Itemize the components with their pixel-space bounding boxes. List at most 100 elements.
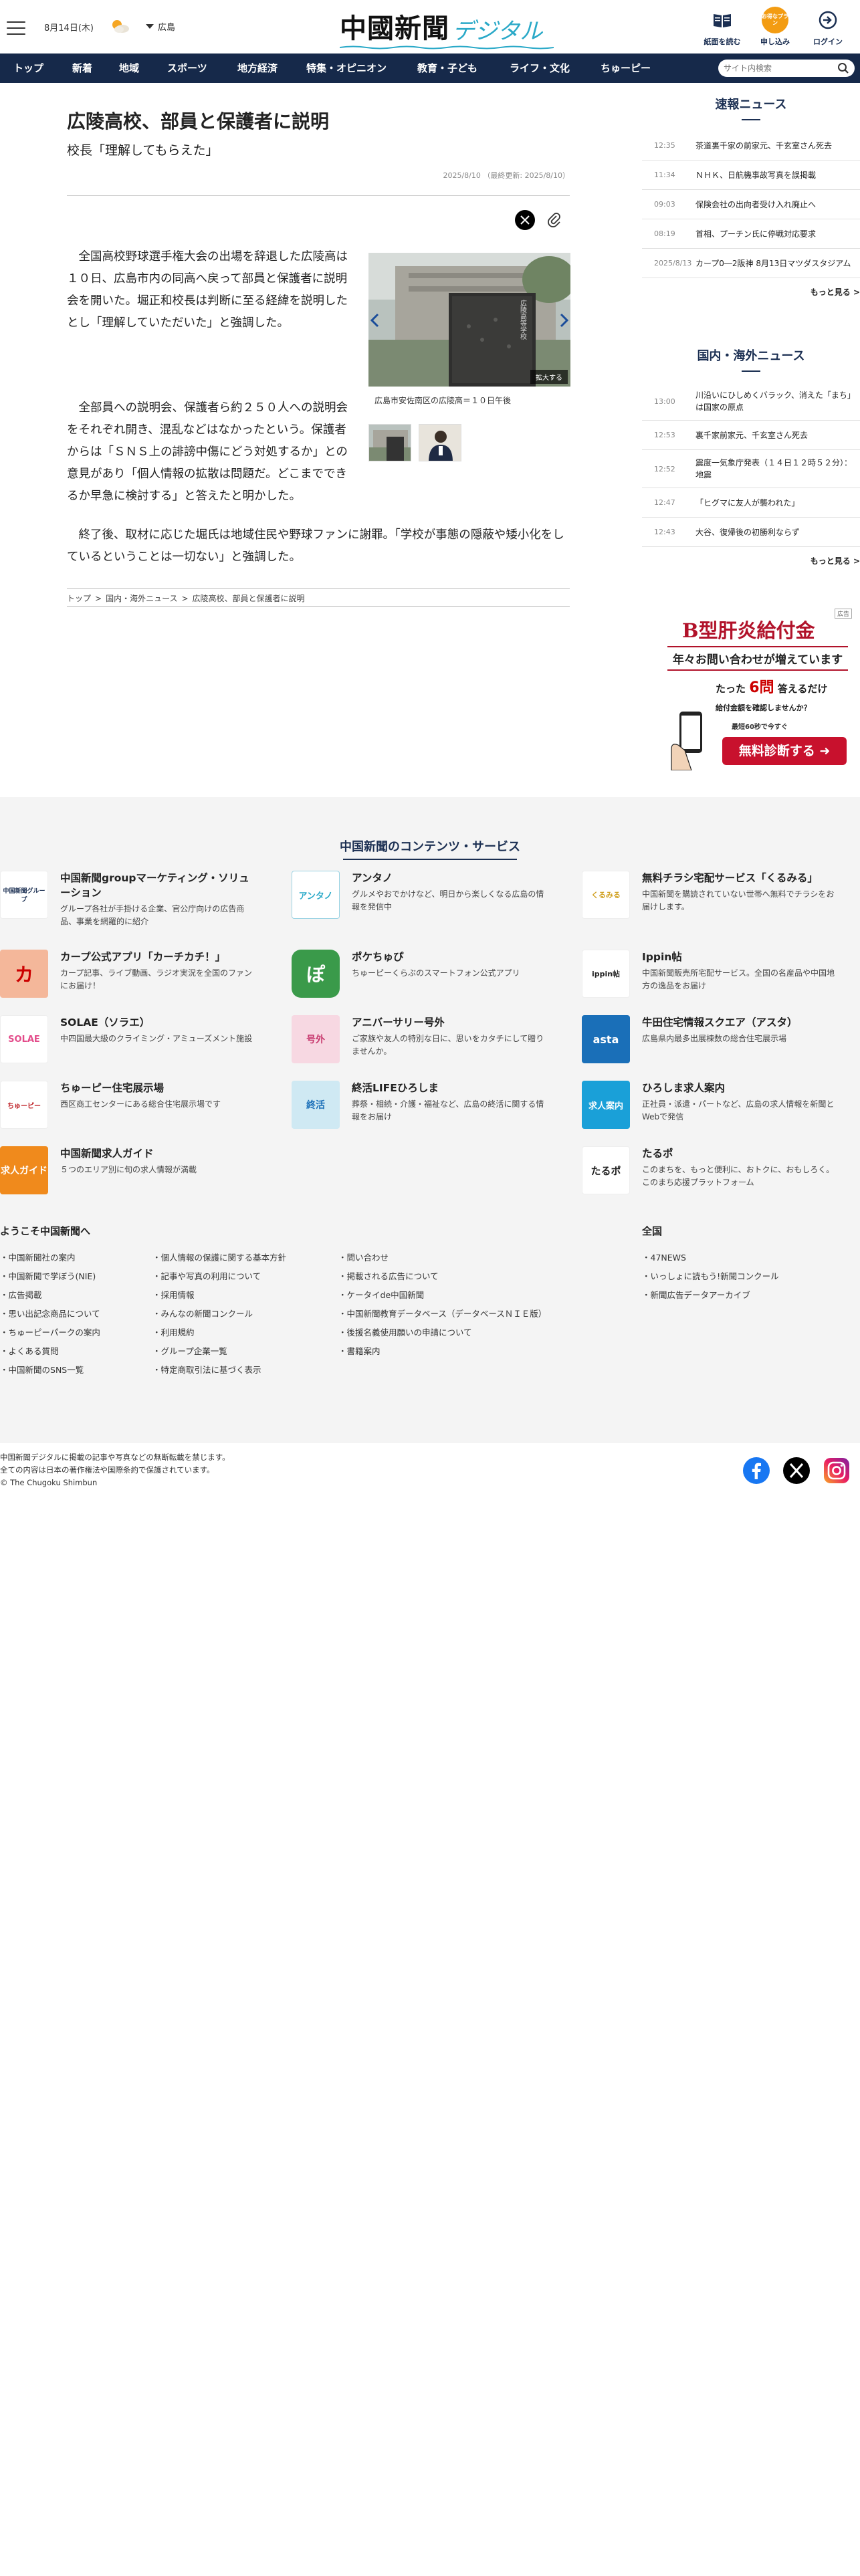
footer-link[interactable]: 中国新聞教育データベース（データベースＮＩＥ版）: [338, 1307, 547, 1319]
service-name: Ippin帖: [642, 951, 682, 963]
partly-cloudy-icon: [112, 20, 129, 33]
footer-link[interactable]: 思い出記念商品について: [0, 1307, 100, 1319]
service-item[interactable]: 求人案内 ひろしま求人案内 正社員・派遣・パートなど、広島の求人情報を新聞とWe…: [582, 1081, 839, 1137]
footer-link[interactable]: ちゅーピーパークの案内: [0, 1325, 100, 1338]
service-item[interactable]: 中国新聞グループ 中国新聞groupマーケティング・ソリューション グループ各社…: [0, 871, 257, 927]
article-photo[interactable]: 広陵高等学校 拡大する: [368, 253, 570, 387]
ad-cta-button[interactable]: 無料診断する ➜: [722, 737, 847, 765]
footer-link[interactable]: 新聞広告データアーカイブ: [642, 1288, 750, 1301]
nav-sports[interactable]: スポーツ: [167, 53, 207, 83]
news-time: 2025/8/13: [654, 259, 692, 267]
service-desc: 中四国最大級のクライミング・アミューズメント施設: [60, 1034, 253, 1043]
nav-top[interactable]: トップ: [13, 53, 43, 83]
footer-link[interactable]: 個人情報の保護に関する基本方針: [152, 1251, 287, 1263]
news-item[interactable]: 12:35 茶道裏千家の前家元、千玄室さん死去: [642, 131, 860, 160]
photo-next-icon[interactable]: [560, 313, 569, 328]
caret-down-icon: [146, 24, 154, 29]
service-item[interactable]: asta 牛田住宅情報スクエア（アスタ） 広島県内最多出展棟数の総合住宅展示場: [582, 1015, 839, 1071]
nav-region[interactable]: 地域: [119, 53, 139, 83]
prefecture-select[interactable]: 広島: [146, 20, 175, 33]
nav-latest[interactable]: 新着: [72, 53, 92, 83]
footer-link[interactable]: みんなの新聞コンクール: [152, 1307, 253, 1319]
breadcrumb-item[interactable]: トップ: [67, 594, 91, 603]
footer-link[interactable]: 書籍案内: [338, 1344, 381, 1357]
news-headline: 保険会社の出向者受け入れ廃止へ: [695, 199, 817, 209]
search-input[interactable]: [724, 64, 837, 73]
service-item[interactable]: 求人ガイド 中国新聞求人ガイド ５つのエリア別に旬の求人情報が満載: [0, 1146, 257, 1202]
nav-education[interactable]: 教育・子ども: [417, 53, 477, 83]
x-icon[interactable]: [782, 1457, 811, 1485]
footer-link[interactable]: グループ企業一覧: [152, 1344, 227, 1357]
more-link[interactable]: もっと見る >: [642, 555, 860, 566]
footer-link[interactable]: 47NEWS: [642, 1251, 686, 1263]
news-time: 11:34: [654, 171, 675, 179]
site-logo[interactable]: 中國新聞 デジタル: [340, 9, 554, 49]
service-logo-solae: SOLAE: [0, 1015, 48, 1063]
instagram-icon[interactable]: [823, 1457, 851, 1485]
news-time: 12:52: [654, 464, 675, 473]
news-item[interactable]: 08:19 首相、プーチン氏に停戦対応要求: [642, 219, 860, 249]
photo-thumbnail[interactable]: [419, 424, 461, 461]
login-button[interactable]: ログイン: [804, 7, 851, 47]
nav-chupy[interactable]: ちゅーピー: [601, 53, 651, 83]
footer-link[interactable]: 特定商取引法に基づく表示: [152, 1363, 261, 1376]
footer-national-heading: 全国: [642, 1225, 663, 1237]
footer-link[interactable]: いっしょに読もう!新聞コンクール: [642, 1269, 779, 1282]
service-item[interactable]: SOLAE SOLAE（ソラエ） 中四国最大級のクライミング・アミューズメント施…: [0, 1015, 257, 1071]
photo-sign-text: 広陵高等学校: [519, 299, 527, 340]
x-logo-icon: [520, 215, 530, 225]
enlarge-button[interactable]: 拡大する: [530, 370, 568, 384]
news-item[interactable]: 12:52 震度一気象庁発表（１４日１２時５２分）：地震: [642, 450, 860, 488]
footer-link[interactable]: 記事や写真の利用について: [152, 1269, 261, 1282]
nav-features[interactable]: 特集・オピニオン: [306, 53, 387, 83]
breadcrumb-item[interactable]: 国内・海外ニュース: [106, 594, 177, 603]
footer-link[interactable]: 掲載される広告について: [338, 1269, 439, 1282]
service-item[interactable]: ちゅーピー ちゅーピー住宅展示場 西区商工センターにある総合住宅展示場です: [0, 1081, 257, 1137]
search-icon[interactable]: [837, 62, 849, 74]
news-item[interactable]: 2025/8/13 カープ0―2阪神 8月13日マツダスタジアム: [642, 249, 860, 278]
news-item[interactable]: 09:03 保険会社の出向者受け入れ廃止へ: [642, 190, 860, 219]
service-item[interactable]: 号外 アニバーサリー号外 ご家族や友人の特別な日に、思いをカタチにして贈りません…: [292, 1015, 548, 1071]
breadcrumb-item[interactable]: 広陵高校、部員と保護者に説明: [193, 594, 305, 603]
share-x-button[interactable]: [515, 210, 535, 230]
service-desc: ５つのエリア別に旬の求人情報が満載: [60, 1165, 197, 1174]
services-section: 中国新聞のコンテンツ・サービス 中国新聞グループ 中国新聞groupマーケティン…: [0, 797, 860, 1443]
footer-link[interactable]: 中国新聞で学ぼう(NIE): [0, 1269, 96, 1282]
news-item[interactable]: 11:34 ＮＨＫ、日航機事故写真を誤掲載: [642, 160, 860, 190]
photo-prev-icon[interactable]: [370, 313, 379, 328]
photo-thumbnail[interactable]: [368, 424, 411, 461]
service-item[interactable]: 終活 終活LIFEひろしま 葬祭・相続・介護・福祉など、広島の終活に関する情報を…: [292, 1081, 548, 1137]
footer-link[interactable]: 中国新聞社の案内: [0, 1251, 76, 1263]
footer-link[interactable]: よくある質問: [0, 1344, 59, 1357]
service-desc: グルメやおでかけなど、明日から楽しくなる広島の情報を発信中: [352, 889, 544, 911]
service-item[interactable]: カ カープ公式アプリ「カーチカチ！」 カープ記事、ライブ動画、ラジオ実況を全国の…: [0, 950, 257, 1006]
news-item[interactable]: 12:43 大谷、復帰後の初勝利ならず: [642, 518, 860, 547]
service-item[interactable]: ぽ ポケちゅぴ ちゅーピーくらぶのスマートフォン公式アプリ: [292, 950, 548, 1006]
read-paper-button[interactable]: 紙面を読む: [699, 7, 746, 47]
thumb-school-image: [369, 425, 411, 461]
advertisement[interactable]: 広告 B型肝炎給付金 年々お問い合わせが増えています たった 6問 答えるだけ …: [662, 609, 853, 772]
school-gate-photo: 広陵高等学校: [368, 253, 570, 387]
footer-link[interactable]: 後援名義使用願いの申請について: [338, 1325, 472, 1338]
footer-link[interactable]: 問い合わせ: [338, 1251, 389, 1263]
news-item[interactable]: 13:00 川沿いにひしめくバラック、消えた「まち」は国家の原点: [642, 383, 860, 421]
service-item[interactable]: たるポ たるポ このまちを、もっと便利に、おトクに、おもしろく。このまち応援プラ…: [582, 1146, 839, 1202]
facebook-icon[interactable]: [742, 1457, 770, 1485]
news-item[interactable]: 12:47 「ヒグマに友人が襲われた」: [642, 488, 860, 518]
footer-link[interactable]: 利用規約: [152, 1325, 195, 1338]
footer-link[interactable]: 採用情報: [152, 1288, 195, 1301]
service-item[interactable]: ippin帖 Ippin帖 中国新聞販売所宅配サービス。全国の名産品や中国地方の…: [582, 950, 839, 1006]
menu-icon[interactable]: [7, 21, 25, 35]
service-item[interactable]: アンタノ アンタノ グルメやおでかけなど、明日から楽しくなる広島の情報を発信中: [292, 871, 548, 927]
nav-life-culture[interactable]: ライフ・文化: [510, 53, 570, 83]
more-link[interactable]: もっと見る >: [642, 286, 860, 298]
service-item[interactable]: くるみる 無料チラシ宅配サービス「くるみる」 中国新聞を購読されていない世帯へ無…: [582, 871, 839, 927]
copy-link-icon[interactable]: [546, 211, 563, 229]
apply-button[interactable]: お得なプラン 申し込み: [752, 7, 798, 47]
nav-economy[interactable]: 地方経済: [237, 53, 278, 83]
footer-link[interactable]: ケータイde中国新聞: [338, 1288, 425, 1301]
footer-link[interactable]: 中国新聞のSNS一覧: [0, 1363, 84, 1376]
service-desc: 西区商工センターにある総合住宅展示場です: [60, 1099, 221, 1109]
news-item[interactable]: 12:53 裏千家前家元、千玄室さん死去: [642, 421, 860, 450]
footer-link[interactable]: 広告掲載: [0, 1288, 42, 1301]
